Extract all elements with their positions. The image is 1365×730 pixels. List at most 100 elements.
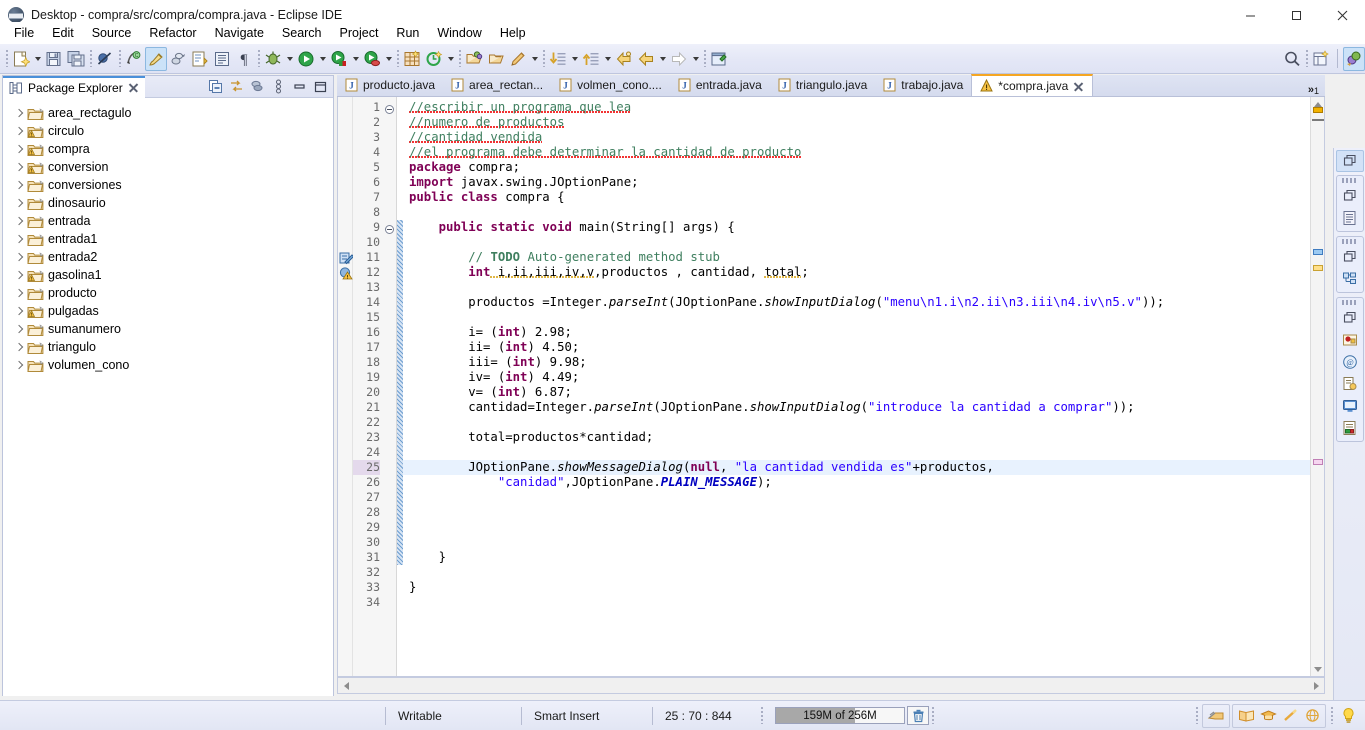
run-coverage-icon[interactable] <box>328 47 350 71</box>
code-line[interactable]: public static void main(String[] args) { <box>403 220 1310 235</box>
restore-icon[interactable] <box>1339 307 1361 329</box>
code-line[interactable]: v= (int) 6.87; <box>403 385 1310 400</box>
code-line[interactable]: } <box>403 550 1310 565</box>
code-line[interactable]: iv= (int) 4.49; <box>403 370 1310 385</box>
chevron-down-icon[interactable] <box>32 47 43 71</box>
save-icon[interactable] <box>43 47 65 71</box>
chevron-right-icon[interactable] <box>13 250 27 264</box>
close-icon[interactable] <box>1073 81 1084 92</box>
editor-tab-comprajava[interactable]: *compra.java <box>971 74 1094 96</box>
tree-item-conversiones[interactable]: conversiones <box>3 176 333 194</box>
chevron-down-icon[interactable] <box>350 47 361 71</box>
code-line[interactable]: total=productos*cantidad; <box>403 430 1310 445</box>
editor-tab-entradajava[interactable]: Jentrada.java <box>670 74 770 96</box>
book-icon[interactable] <box>1235 705 1257 727</box>
new-wizard-icon[interactable] <box>10 47 32 71</box>
javadoc-view-icon[interactable]: @ <box>1339 351 1361 373</box>
chevron-down-icon[interactable] <box>529 47 540 71</box>
editor-tab-area_rectan[interactable]: Jarea_rectan... <box>443 74 551 96</box>
menu-file[interactable]: File <box>5 24 43 42</box>
globe-icon[interactable] <box>1301 705 1323 727</box>
code-line[interactable]: } <box>403 580 1310 595</box>
menu-window[interactable]: Window <box>428 24 490 42</box>
next-annotation-icon[interactable] <box>547 47 569 71</box>
graduation-cap-icon[interactable] <box>1257 705 1279 727</box>
new-java-project-icon[interactable] <box>401 47 423 71</box>
new-java-class-icon[interactable]: C <box>123 47 145 71</box>
close-icon[interactable] <box>128 82 139 93</box>
restore-icon[interactable] <box>1339 185 1361 207</box>
lightbulb-icon[interactable] <box>1337 705 1359 727</box>
drag-handle[interactable] <box>1341 178 1358 183</box>
open-perspective-icon[interactable] <box>1310 47 1332 71</box>
toggle-fullscreen-icon[interactable] <box>1205 705 1227 727</box>
scroll-thumb[interactable] <box>1312 119 1324 121</box>
chevron-right-icon[interactable] <box>13 142 27 156</box>
menu-help[interactable]: Help <box>491 24 535 42</box>
code-line[interactable] <box>403 280 1310 295</box>
code-line[interactable] <box>403 565 1310 580</box>
last-edit-location-icon[interactable] <box>613 47 635 71</box>
chevron-down-icon[interactable] <box>690 47 701 71</box>
editor-tab-productojava[interactable]: Jproducto.java <box>337 74 443 96</box>
code-line[interactable]: public class compra { <box>403 190 1310 205</box>
code-line[interactable]: //escribir un programa que lea <box>403 100 1310 115</box>
code-line[interactable]: //numero de productos <box>403 115 1310 130</box>
save-all-icon[interactable] <box>65 47 87 71</box>
overview-ruler[interactable] <box>1310 97 1324 676</box>
code-line[interactable] <box>403 235 1310 250</box>
chevron-right-icon[interactable] <box>13 160 27 174</box>
scroll-down-icon[interactable] <box>1311 662 1325 676</box>
fold-collapse-icon[interactable] <box>385 223 394 234</box>
trash-icon[interactable] <box>907 706 929 725</box>
tree-item-pulgadas[interactable]: pulgadas <box>3 302 333 320</box>
previous-annotation-icon[interactable] <box>580 47 602 71</box>
debug-icon[interactable] <box>262 47 284 71</box>
chevron-right-icon[interactable] <box>13 286 27 300</box>
chevron-down-icon[interactable] <box>657 47 668 71</box>
maximize-view-icon[interactable] <box>311 78 329 96</box>
chevron-right-icon[interactable] <box>13 232 27 246</box>
tree-item-area_rectagulo[interactable]: area_rectagulo <box>3 104 333 122</box>
tree-item-sumanumero[interactable]: sumanumero <box>3 320 333 338</box>
chevron-right-icon[interactable] <box>13 340 27 354</box>
code-line[interactable]: int i,ii,iii,iv,v,productos , cantidad, … <box>403 265 1310 280</box>
chevron-right-icon[interactable] <box>13 268 27 282</box>
restore-view-icon[interactable] <box>1335 150 1364 172</box>
outline-view-icon[interactable] <box>1339 207 1361 229</box>
run-icon[interactable] <box>295 47 317 71</box>
chevron-right-icon[interactable] <box>13 196 27 210</box>
folding-ruler[interactable] <box>383 97 397 676</box>
open-type-icon[interactable] <box>463 47 485 71</box>
editor-tab-trabajojava[interactable]: Jtrabajo.java <box>875 74 971 96</box>
run-profile-icon[interactable] <box>361 47 383 71</box>
project-tree[interactable]: area_rectagulo circulo compra conversion con… <box>3 98 333 696</box>
editor-tab-triangulojava[interactable]: Jtriangulo.java <box>770 74 875 96</box>
drag-handle[interactable] <box>1341 239 1358 244</box>
menu-source[interactable]: Source <box>83 24 141 42</box>
scroll-left-icon[interactable] <box>338 678 354 693</box>
chevron-down-icon[interactable] <box>445 47 456 71</box>
code-line[interactable] <box>403 445 1310 460</box>
console-icon[interactable] <box>211 47 233 71</box>
code-line[interactable]: JOptionPane.showMessageDialog(null, "la … <box>403 460 1310 475</box>
magic-wand-icon[interactable] <box>1279 705 1301 727</box>
warning-marker[interactable] <box>339 266 353 280</box>
todo-task-marker[interactable] <box>339 251 355 265</box>
overview-marker[interactable] <box>1313 459 1323 465</box>
code-line[interactable]: package compra; <box>403 160 1310 175</box>
breakpoints-view-icon[interactable] <box>1339 329 1361 351</box>
overview-marker[interactable] <box>1313 265 1323 271</box>
tree-item-entrada2[interactable]: entrada2 <box>3 248 333 266</box>
hscroll-track[interactable] <box>354 678 1308 693</box>
tree-item-triangulo[interactable]: triangulo <box>3 338 333 356</box>
fold-collapse-icon[interactable] <box>385 103 394 114</box>
menu-refactor[interactable]: Refactor <box>140 24 205 42</box>
minimize-view-icon[interactable] <box>290 78 308 96</box>
quick-access-search-icon[interactable] <box>1281 47 1303 71</box>
code-line[interactable]: iii= (int) 9.98; <box>403 355 1310 370</box>
tree-item-circulo[interactable]: circulo <box>3 122 333 140</box>
scroll-right-icon[interactable] <box>1308 678 1324 693</box>
chevron-down-icon[interactable] <box>602 47 613 71</box>
code-line[interactable]: ii= (int) 4.50; <box>403 340 1310 355</box>
